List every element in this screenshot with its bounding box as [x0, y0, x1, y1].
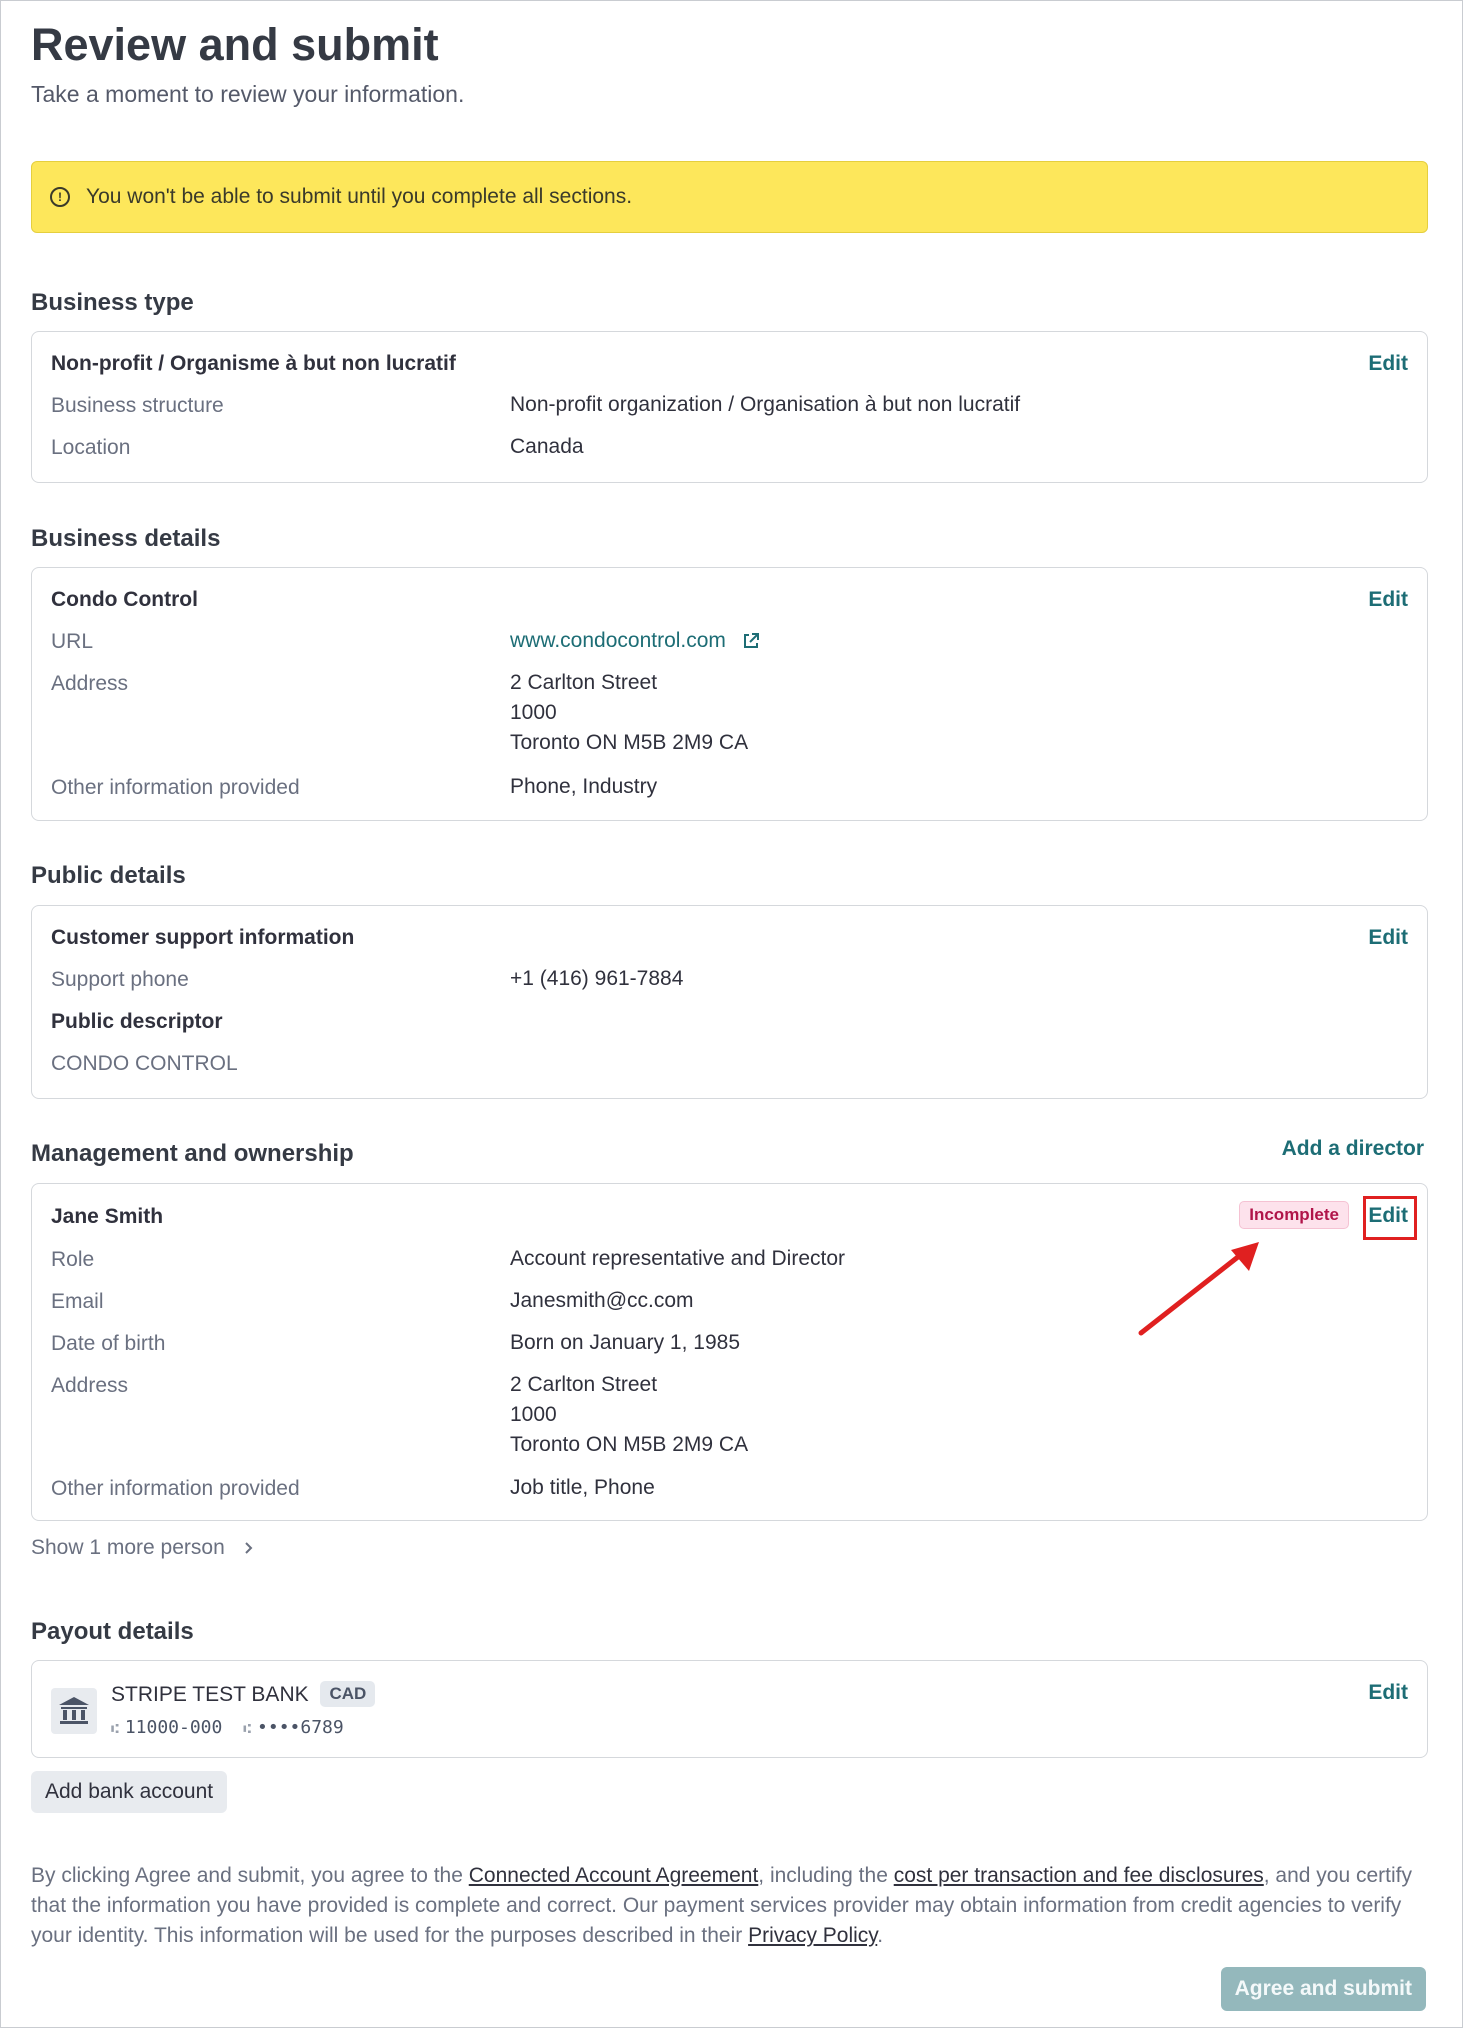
legal-text-part: By clicking Agree and submit, you agree …: [31, 1864, 469, 1887]
public-details-card: Customer support information Edit Suppor…: [31, 905, 1428, 1099]
business-url-link[interactable]: www.condocontrol.com: [510, 629, 726, 652]
section-title-public-details: Public details: [31, 862, 186, 889]
business-structure-label: Business structure: [51, 394, 224, 417]
warning-banner: ! You won't be able to submit until you …: [31, 161, 1428, 233]
edit-public-details-button[interactable]: Edit: [1368, 926, 1408, 950]
edit-business-type-button[interactable]: Edit: [1368, 352, 1408, 376]
address-line: 1000: [510, 701, 557, 724]
role-value: Account representative and Director: [510, 1247, 846, 1270]
public-descriptor-value: CONDO CONTROL: [51, 1052, 238, 1075]
address-label: Address: [51, 672, 129, 695]
account-number: ••••6789: [257, 1717, 344, 1738]
edit-payout-button[interactable]: Edit: [1368, 1681, 1408, 1705]
email-label: Email: [51, 1290, 104, 1313]
person-card: Jane Smith Incomplete Edit Role Account …: [31, 1183, 1428, 1521]
add-director-link[interactable]: Add a director: [1282, 1137, 1424, 1161]
section-title-business-details: Business details: [31, 525, 221, 552]
currency-badge: CAD: [320, 1681, 376, 1707]
person-address-label: Address: [51, 1374, 129, 1397]
privacy-policy-link[interactable]: Privacy Policy: [748, 1924, 877, 1947]
support-phone-value: +1 (416) 961-7884: [510, 967, 684, 990]
url-value: www.condocontrol.com: [510, 626, 760, 656]
dob-value: Born on January 1, 1985: [510, 1331, 740, 1354]
edit-highlight-box: [1363, 1196, 1417, 1240]
review-page: Review and submit Take a moment to revie…: [0, 0, 1463, 2028]
edit-business-details-button[interactable]: Edit: [1368, 588, 1408, 612]
person-other-info-label: Other information provided: [51, 1477, 300, 1500]
business-structure-value: Non-profit organization / Organisation à…: [510, 393, 1021, 416]
address-line: 1000: [510, 1403, 557, 1426]
business-type-heading: Non-profit / Organisme à but non lucrati…: [51, 352, 456, 375]
customer-support-heading: Customer support information: [51, 926, 355, 949]
address-value: 2 Carlton Street 1000 Toronto ON M5B 2M9…: [510, 668, 748, 758]
support-phone-label: Support phone: [51, 968, 189, 991]
legal-text: By clicking Agree and submit, you agree …: [31, 1861, 1428, 1951]
fee-disclosures-link[interactable]: cost per transaction and fee disclosures: [894, 1864, 1264, 1887]
status-badge: Incomplete: [1239, 1201, 1349, 1229]
email-value: Janesmith@cc.com: [510, 1289, 694, 1312]
show-more-label: Show 1 more person: [31, 1536, 225, 1559]
location-label: Location: [51, 436, 131, 459]
legal-text-part: , including the: [758, 1864, 894, 1887]
page-title: Review and submit: [31, 19, 439, 70]
person-name: Jane Smith: [51, 1205, 164, 1228]
url-label: URL: [51, 630, 94, 653]
person-other-info-value: Job title, Phone: [510, 1476, 655, 1499]
address-line: Toronto ON M5B 2M9 CA: [510, 731, 749, 754]
external-link-icon[interactable]: [742, 632, 760, 650]
routing-number: 11000-000: [124, 1717, 223, 1738]
business-name: Condo Control: [51, 588, 198, 611]
add-bank-account-button[interactable]: Add bank account: [31, 1771, 228, 1813]
public-descriptor-heading: Public descriptor: [51, 1010, 223, 1033]
business-details-card: Condo Control Edit URL www.condocontrol.…: [31, 567, 1428, 821]
section-title-payout: Payout details: [31, 1618, 194, 1645]
routing-icon: ⑆: [111, 1722, 119, 1737]
address-line: 2 Carlton Street: [510, 1373, 658, 1396]
account-icon: ⑆: [243, 1722, 252, 1737]
annotation-arrow-icon: [1138, 1242, 1259, 1336]
person-address-value: 2 Carlton Street 1000 Toronto ON M5B 2M9…: [510, 1370, 748, 1460]
warning-text: You won't be able to submit until you co…: [86, 185, 633, 208]
page-subtitle: Take a moment to review your information…: [31, 81, 465, 107]
chevron-right-icon: [244, 1542, 253, 1555]
show-more-people-link[interactable]: Show 1 more person: [31, 1536, 255, 1560]
warning-icon: !: [50, 187, 70, 207]
role-label: Role: [51, 1248, 95, 1271]
legal-text-part: .: [877, 1924, 884, 1947]
address-line: Toronto ON M5B 2M9 CA: [510, 1433, 749, 1456]
business-type-card: Non-profit / Organisme à but non lucrati…: [31, 331, 1428, 483]
other-info-label: Other information provided: [51, 776, 300, 799]
bank-name-text: STRIPE TEST BANK: [111, 1683, 309, 1706]
section-title-business-type: Business type: [31, 289, 194, 316]
section-title-management: Management and ownership: [31, 1140, 354, 1167]
connected-account-agreement-link[interactable]: Connected Account Agreement: [469, 1864, 759, 1887]
bank-account-card: STRIPE TEST BANK CAD ⑆ 11000-000 ⑆ ••••678…: [31, 1660, 1428, 1758]
other-info-value: Phone, Industry: [510, 775, 658, 798]
address-line: 2 Carlton Street: [510, 671, 658, 694]
bank-name: STRIPE TEST BANK CAD: [111, 1681, 376, 1707]
dob-label: Date of birth: [51, 1332, 166, 1355]
bank-numbers: ⑆ 11000-000 ⑆ ••••6789: [111, 1717, 344, 1738]
agree-and-submit-button[interactable]: Agree and submit: [1220, 1967, 1426, 2011]
location-value: Canada: [510, 435, 584, 458]
bank-icon: [51, 1688, 97, 1734]
